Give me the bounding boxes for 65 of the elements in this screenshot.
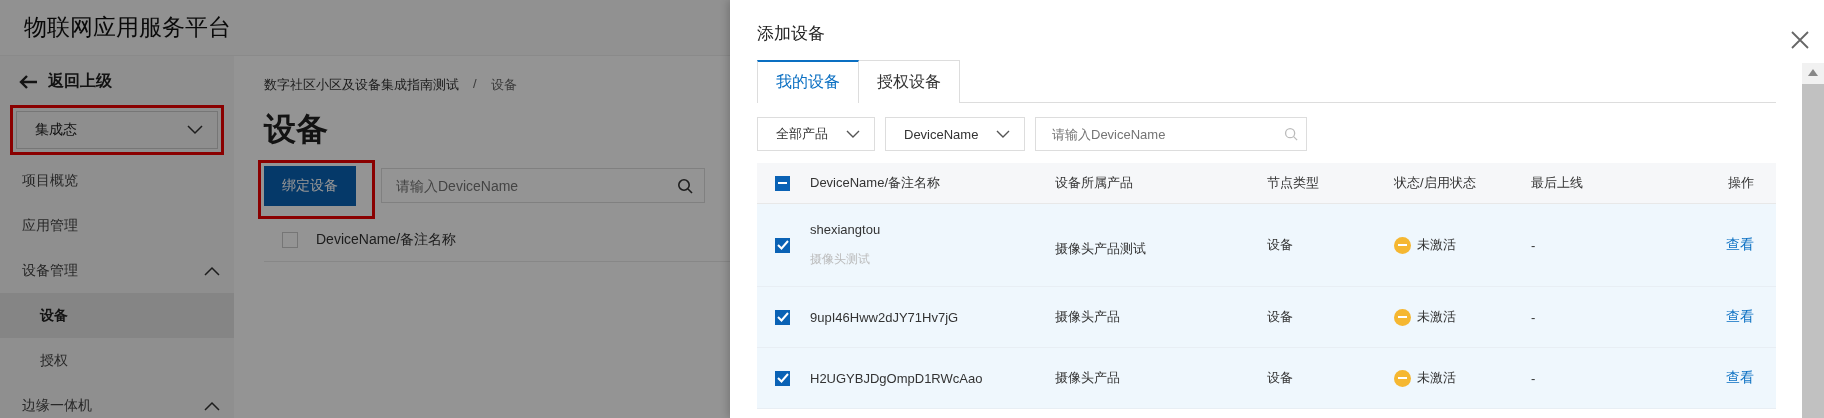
status-text: 未激活 [1417,308,1456,326]
breadcrumb-item[interactable]: 设备 [490,76,517,94]
table-cell: 设备 [1267,370,1293,385]
device-note: 摄像头测试 [810,251,871,268]
column-header: 状态/启用状态 [1394,174,1476,192]
drawer-title: 添加设备 [757,22,825,45]
table-cell: - [1531,370,1536,386]
state-dropdown[interactable]: 集成态 [16,111,218,149]
breadcrumb-separator: / [473,76,477,93]
checkbox[interactable] [282,232,298,248]
submenu-item[interactable]: 设备 [0,293,234,338]
chevron-up-icon [204,400,220,411]
column-header: 操作 [1728,175,1754,190]
table-row[interactable]: H2UGYBJDgOmpD1RWcAao 摄像头产品 设备 未激活 - 查看 [757,348,1776,409]
tab[interactable]: 授权设备 [859,60,960,103]
close-icon[interactable] [1790,30,1810,50]
device-name: H2UGYBJDgOmpD1RWcAao [810,370,984,386]
product-dropdown[interactable]: 全部产品 [757,117,875,151]
field-dropdown[interactable]: DeviceName [885,117,1025,151]
bind-device-button[interactable]: 绑定设备 [264,166,356,206]
search-icon[interactable] [677,178,693,194]
row-checkbox[interactable] [775,309,790,325]
view-link[interactable]: 查看 [1726,369,1754,385]
device-name: shexiangtou [810,222,882,237]
view-link[interactable]: 查看 [1726,308,1754,324]
table-cell: 摄像头产品测试 [1055,241,1146,256]
column-header: DeviceName/备注名称 [810,175,941,190]
status-text: 未激活 [1417,236,1456,254]
chevron-down-icon [187,125,203,135]
menu-item[interactable]: 设备管理 [0,248,234,293]
row-checkbox[interactable] [775,370,790,386]
app-title: 物联网应用服务平台 [24,13,231,42]
status-text: 未激活 [1417,369,1456,387]
chevron-down-icon [846,130,860,138]
view-link[interactable]: 查看 [1726,236,1754,252]
menu-item[interactable]: 项目概览 [0,158,234,203]
row-checkbox[interactable] [775,237,790,253]
submenu-item[interactable]: 授权 [0,338,234,383]
chevron-down-icon [996,130,1010,138]
table-cell: 摄像头产品 [1055,370,1120,385]
menu-item[interactable]: 应用管理 [0,203,234,248]
table-cell: 设备 [1267,309,1293,324]
table-cell: 设备 [1267,237,1293,252]
back-link[interactable]: 返回上级 [48,71,112,92]
column-header: DeviceName/备注名称 [316,231,457,249]
table-row[interactable]: shexiangtou 摄像头测试 摄像头产品测试 设备 未激活 - 查看 [757,204,1776,287]
table-cell: 摄像头产品 [1055,309,1120,324]
page-title: 设备 [264,110,328,149]
menu-item[interactable]: 边缘一体机 [0,383,234,418]
scroll-up-icon[interactable] [1808,69,1818,76]
select-all-checkbox[interactable] [775,175,790,191]
device-name: 9upI46Hww2dJY71Hv7jG [810,309,960,325]
tab[interactable]: 我的设备 [757,60,859,103]
breadcrumb-item[interactable]: 数字社区小区及设备集成指南测试 [264,76,459,94]
table-cell: - [1531,309,1536,325]
table-cell: - [1531,237,1536,253]
table-row[interactable]: 9upI46Hww2dJY71Hv7jG 摄像头产品 设备 未激活 - 查看 [757,287,1776,348]
column-header: 节点类型 [1267,175,1319,190]
column-header: 最后上线 [1531,175,1583,190]
column-header: 设备所属产品 [1055,175,1133,190]
search-field[interactable]: 请输入DeviceName [381,168,705,203]
scrollbar[interactable] [1802,63,1824,418]
back-arrow-icon[interactable] [18,73,38,90]
search-field[interactable]: 请输入DeviceName [1035,117,1307,151]
chevron-up-icon [204,265,220,276]
